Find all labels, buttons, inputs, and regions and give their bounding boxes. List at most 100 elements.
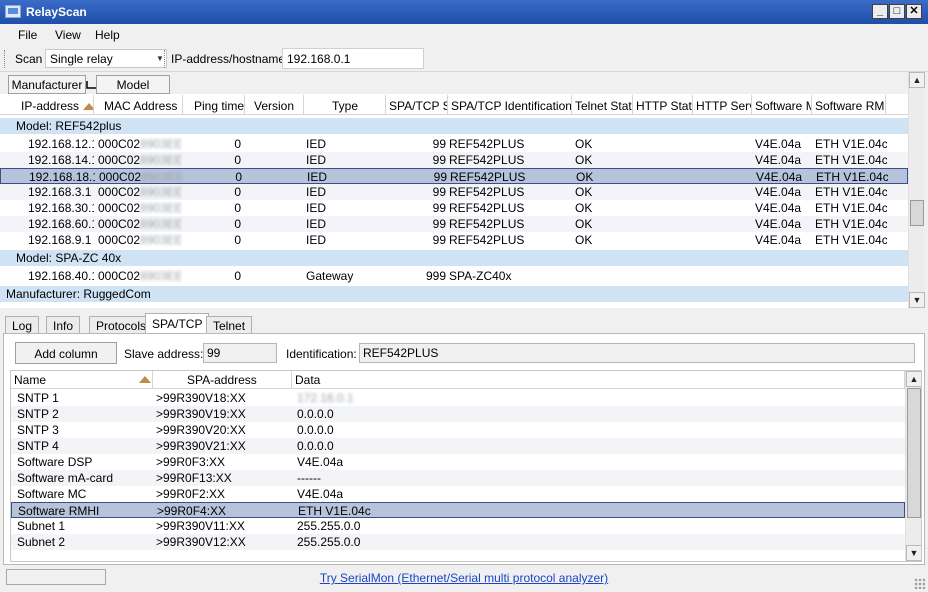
spa-tcp-identification-cell: REF542PLUS	[450, 170, 526, 184]
spa-register-row[interactable]: Software RMHI >99R0F4:XX ETH V1E.04c	[11, 502, 905, 518]
col-version[interactable]: Version	[245, 95, 304, 115]
col-software-rmh[interactable]: Software RMH	[812, 95, 886, 115]
spa-register-row[interactable]: Software DSP >99R0F3:XX V4E.04a	[11, 454, 905, 470]
col-type[interactable]: Type	[304, 95, 386, 115]
list-vertical-scrollbar[interactable]: ▲ ▼	[905, 371, 921, 561]
spa-register-row[interactable]: SNTP 4 >99R390V21:XX 0.0.0.0	[11, 438, 905, 454]
col-data[interactable]: Data	[292, 371, 905, 389]
col-telnet-status[interactable]: Telnet Statu	[572, 95, 633, 115]
title-bar: RelayScan _ □ ✕	[0, 0, 928, 24]
mac-address-cell: 000C028903EE	[98, 217, 182, 231]
relay-row[interactable]: 192.168.40.1 000C028903EE 0 Gateway 999 SPA-Z…	[0, 268, 908, 284]
relay-row[interactable]: 192.168.18.1 000C028903EE 0 IED 99 REF542PLUS…	[0, 168, 908, 184]
col-mac-address[interactable]: MAC Address	[94, 95, 183, 115]
ip-address-input[interactable]: 192.168.0.1	[282, 48, 424, 69]
redacted-mac: 8903EE	[140, 233, 182, 247]
add-column-button[interactable]: Add column	[15, 342, 117, 364]
group-model-button[interactable]: Model	[96, 75, 170, 94]
tab-log[interactable]: Log	[5, 316, 40, 334]
toolbar: Scan Single relay ▼ IP-address/hostname:…	[0, 46, 928, 72]
close-button[interactable]: ✕	[906, 4, 922, 19]
scan-mode-select[interactable]: Single relay ▼	[45, 49, 167, 68]
redacted-mac: 8903EE	[140, 153, 182, 167]
group-header-ruggedcom[interactable]: Manufacturer: RuggedCom	[0, 286, 908, 302]
col-http-server[interactable]: HTTP Serve	[693, 95, 752, 115]
relay-row[interactable]: 192.168.60.1 000C028903EE 0 IED 99 REF542PLUS…	[0, 216, 908, 232]
col-spa-tcp-identification[interactable]: SPA/TCP Identification	[448, 95, 572, 115]
col-software-mc[interactable]: Software M	[752, 95, 812, 115]
type-cell: IED	[306, 185, 327, 199]
spa-register-row[interactable]: Software mA-card >99R0F13:XX ------	[11, 470, 905, 486]
mac-address-cell: 000C028903EE	[98, 185, 182, 199]
menu-help[interactable]: Help	[95, 28, 120, 42]
register-name-cell: Software DSP	[17, 455, 93, 469]
spa-register-row[interactable]: Subnet 1 >99R390V11:XX 255.255.0.0	[11, 518, 905, 534]
spa-tcp-identification-cell: REF542PLUS	[449, 137, 525, 151]
software-mc-cell: V4E.04a	[755, 233, 802, 247]
spa-tcp-status-cell: 99	[432, 185, 446, 199]
ping-time-cell: 0	[234, 201, 241, 215]
minimize-button[interactable]: _	[872, 4, 888, 19]
identification-field[interactable]: REF542PLUS	[359, 343, 915, 363]
scroll-down-icon[interactable]: ▼	[906, 545, 921, 561]
software-mc-cell: V4E.04a	[755, 201, 802, 215]
spa-register-row[interactable]: SNTP 1 >99R390V18:XX 172.16.0.1	[11, 390, 905, 406]
resize-grip-icon[interactable]	[914, 578, 925, 589]
relay-row[interactable]: 192.168.9.1 000C028903EE 0 IED 99 REF542PLUS O…	[0, 232, 908, 248]
relay-row[interactable]: 192.168.30.1 000C028903EE 0 IED 99 REF542PLUS…	[0, 200, 908, 216]
ping-time-cell: 0	[234, 137, 241, 151]
redacted-mac: 8903EE	[141, 170, 183, 184]
toolbar-grip[interactable]	[4, 50, 7, 68]
tab-strip: Log Info Protocols SPA/TCP Telnet	[0, 312, 928, 335]
tab-telnet[interactable]: Telnet	[206, 316, 253, 334]
scroll-up-icon[interactable]: ▲	[909, 72, 925, 88]
col-ping-time[interactable]: Ping time	[183, 95, 245, 115]
app-icon	[5, 5, 21, 18]
spa-tcp-status-cell: 99	[433, 170, 447, 184]
slave-address-field[interactable]: 99	[203, 343, 277, 363]
spa-tcp-status-cell: 99	[432, 137, 446, 151]
spa-register-row[interactable]: Subnet 2 >99R390V12:XX 255.255.0.0	[11, 534, 905, 550]
tab-protocols[interactable]: Protocols	[89, 316, 154, 334]
serialmon-link[interactable]: Try SerialMon (Ethernet/Serial multi pro…	[0, 571, 928, 585]
group-header-spa-zc40x[interactable]: Model: SPA-ZC 40x	[0, 250, 908, 266]
group-manufacturer-button[interactable]: Manufacturer	[8, 75, 86, 94]
spa-tcp-identification-cell: REF542PLUS	[449, 201, 525, 215]
group-header-ref542plus[interactable]: Model: REF542plus	[0, 118, 908, 134]
spa-register-row[interactable]: SNTP 2 >99R390V19:XX 0.0.0.0	[11, 406, 905, 422]
scroll-down-icon[interactable]: ▼	[909, 292, 925, 308]
ping-time-cell: 0	[234, 217, 241, 231]
tab-info[interactable]: Info	[46, 316, 81, 334]
type-cell: IED	[307, 170, 328, 184]
spa-register-row[interactable]: SNTP 3 >99R390V20:XX 0.0.0.0	[11, 422, 905, 438]
spa-address-cell: >99R390V21:XX	[156, 439, 246, 453]
maximize-button[interactable]: □	[889, 4, 905, 19]
ip-address-cell: 192.168.3.1	[28, 185, 92, 199]
tab-spa-tcp[interactable]: SPA/TCP	[145, 313, 210, 335]
scroll-up-icon[interactable]: ▲	[906, 371, 921, 387]
software-mc-cell: V4E.04a	[756, 170, 803, 184]
register-name-cell: SNTP 2	[17, 407, 59, 421]
grid-vertical-scrollbar[interactable]: ▲ ▼	[908, 72, 925, 308]
register-name-cell: SNTP 1	[17, 391, 59, 405]
spa-register-row[interactable]: Software MC >99R0F2:XX V4E.04a	[11, 486, 905, 502]
relay-row[interactable]: 192.168.14.1 000C028903EE 0 IED 99 REF542PLUS…	[0, 152, 908, 168]
col-name[interactable]: Name	[11, 371, 153, 389]
mac-address-cell: 000C028903EE	[99, 170, 183, 184]
relay-row[interactable]: 192.168.3.1 000C028903EE 0 IED 99 REF542PLUS O…	[0, 184, 908, 200]
col-spa-tcp-s[interactable]: SPA/TCP S	[386, 95, 448, 115]
software-rmh-cell: ETH V1E.04c	[816, 170, 888, 184]
col-http-status[interactable]: HTTP Statu	[633, 95, 693, 115]
col-ip-address[interactable]: IP-address	[0, 95, 94, 115]
mac-address-cell: 000C028903EE	[98, 137, 182, 151]
scroll-thumb[interactable]	[910, 200, 924, 226]
menu-view[interactable]: View	[55, 28, 81, 42]
relay-row[interactable]: 192.168.12.1 000C028903EE 0 IED 99 REF542PLUS…	[0, 136, 908, 152]
scroll-thumb[interactable]	[907, 388, 921, 518]
type-cell: IED	[306, 233, 327, 247]
software-rmh-cell: ETH V1E.04c	[815, 233, 887, 247]
col-spa-address[interactable]: SPA-address	[153, 371, 292, 389]
ip-address-cell: 192.168.60.1	[28, 217, 94, 231]
menu-file[interactable]: File	[18, 28, 37, 42]
software-rmh-cell: ETH V1E.04c	[815, 185, 887, 199]
